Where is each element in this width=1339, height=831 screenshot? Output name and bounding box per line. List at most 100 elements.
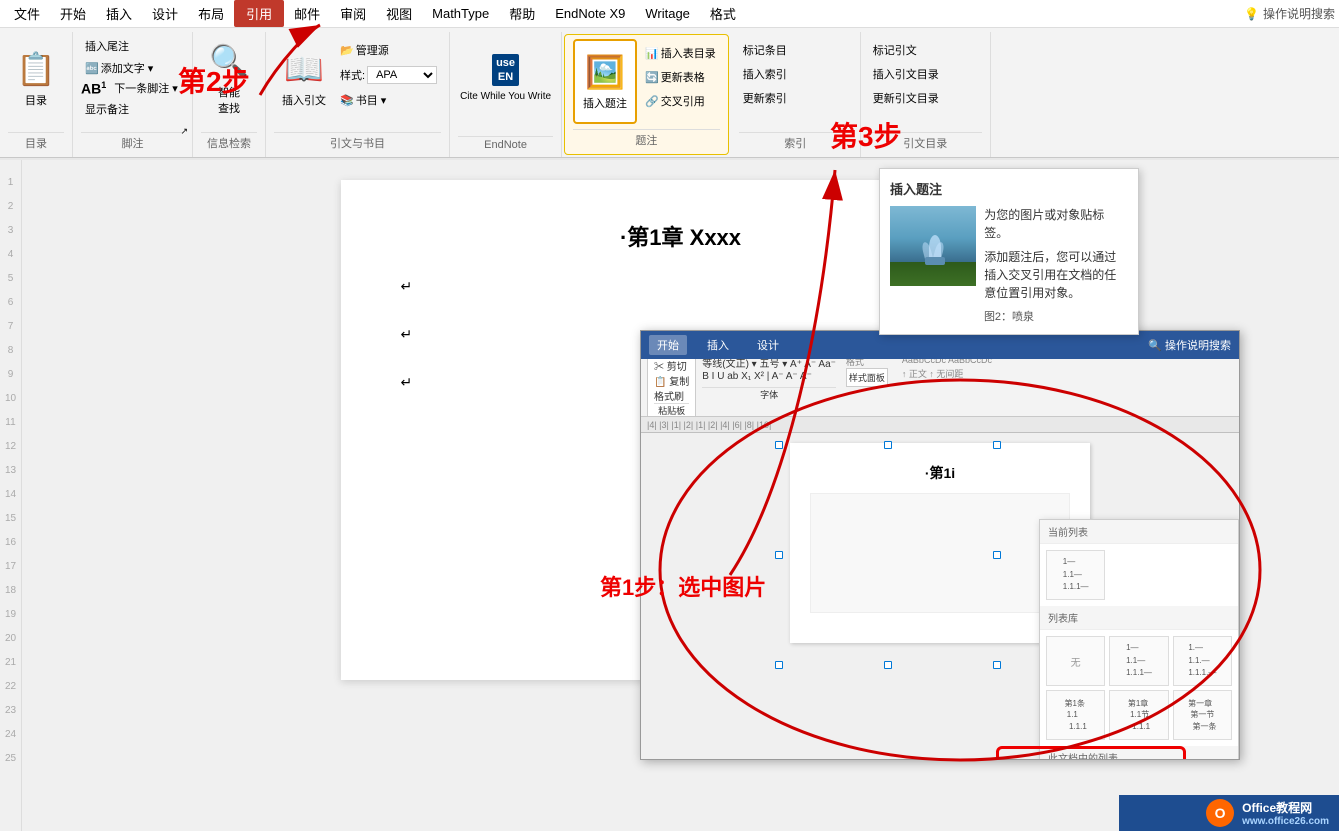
menu-mathtype[interactable]: MathType xyxy=(422,0,499,27)
menu-bar: 文件 开始 插入 设计 布局 引用 邮件 审阅 视图 MathType 帮助 E… xyxy=(0,0,1339,28)
insert-index-button[interactable]: 插入索引 xyxy=(739,64,791,84)
inner-ribbon-top: 开始 插入 设计 🔍 操作说明搜索 xyxy=(641,331,1239,359)
caption-tooltip-image xyxy=(890,206,976,286)
ribbon-group-citations: 📖 插入引文 📂 管理源 样式: APA MLA Chicago xyxy=(266,32,450,157)
menu-view[interactable]: 视图 xyxy=(376,0,422,27)
list-item-4[interactable]: 第1条 1.1 1.1.1 xyxy=(1046,690,1105,740)
update-index-label: 更新索引 xyxy=(743,90,787,106)
menu-endnote[interactable]: EndNote X9 xyxy=(545,0,635,27)
menu-home[interactable]: 开始 xyxy=(50,0,96,27)
manage-sources-icon: 📂 xyxy=(340,44,354,57)
toc-icon: 📋 xyxy=(16,50,56,88)
inner-search-icon: 🔍 操作说明搜索 xyxy=(1148,337,1231,353)
inner-format-style: 格式 样式面板 xyxy=(846,359,888,417)
inner-tab-insert[interactable]: 插入 xyxy=(699,335,737,355)
mark-entry-label: 标记条目 xyxy=(743,42,787,58)
update-index-button[interactable]: 更新索引 xyxy=(739,88,791,108)
insert-authorities-label: 插入引文目录 xyxy=(873,66,939,82)
inner-tab-design[interactable]: 设计 xyxy=(749,335,787,355)
list-library-section: 列表库 xyxy=(1040,606,1238,630)
cross-ref-icon: 🔗 xyxy=(645,95,659,108)
line-24: 24 xyxy=(5,722,16,746)
style-label: 样式: xyxy=(340,67,365,83)
none-list-item[interactable]: 无 xyxy=(1046,636,1105,686)
line-13: 13 xyxy=(5,458,16,482)
insert-caption-button[interactable]: 🖼️ 插入题注 xyxy=(573,39,637,124)
list-panel: 当前列表 1—1.1—1.1.1— 列表库 无 1—1.1—1.1.1— 1.—… xyxy=(1039,519,1239,760)
menu-review[interactable]: 审阅 xyxy=(330,0,376,27)
footnote-group-label: 脚注 xyxy=(81,132,184,153)
update-authorities-label: 更新引文目录 xyxy=(873,90,939,106)
bibliography-label: 书目 ▾ xyxy=(356,92,387,108)
step1-annotation: 第1步：选中图片 xyxy=(600,570,766,602)
sel-handle-bm xyxy=(884,661,892,669)
caption-tooltip-desc: 为您的图片或对象贴标签。 添加题注后，您可以通过插入交叉引用在文档的任意位置引用… xyxy=(984,206,1128,302)
inner-ruler: |4| |3| |1| |2| |1| |2| |4| |6| |8| |10| xyxy=(641,417,1239,433)
insert-tof-label: 插入表目录 xyxy=(661,45,716,61)
menu-references[interactable]: 引用 xyxy=(234,0,284,27)
insert-authorities-button[interactable]: 插入引文目录 xyxy=(869,64,943,84)
menu-insert[interactable]: 插入 xyxy=(96,0,142,27)
line-21: 21 xyxy=(5,650,16,674)
style-select[interactable]: APA MLA Chicago xyxy=(367,66,437,84)
menu-layout[interactable]: 布局 xyxy=(188,0,234,27)
bibliography-button[interactable]: 📚 书目 ▾ xyxy=(336,90,441,110)
inner-font-group: 等线(文正) ▾ 五号 ▾ A⁺ A⁻ Aa⁻ B I U ab X₁ X² |… xyxy=(702,359,836,417)
line-14: 14 xyxy=(5,482,16,506)
list-item-2[interactable]: 1—1.1—1.1.1— xyxy=(1109,636,1168,686)
menu-writage[interactable]: Writage xyxy=(635,0,700,27)
insert-table-of-figures-button[interactable]: 📊 插入表目录 xyxy=(641,43,720,63)
show-notes-button[interactable]: 显示备注 xyxy=(81,99,133,119)
citations-group-label: 引文与书目 xyxy=(274,132,441,153)
caption-group-label: 题注 xyxy=(573,129,720,150)
toc-group-label: 目录 xyxy=(8,132,64,153)
footnote-expand-icon[interactable]: ↗ xyxy=(180,126,188,137)
toc-label: 目录 xyxy=(25,92,47,108)
cite-while-write-button[interactable]: useEN Cite While You Write xyxy=(458,36,553,121)
insert-caption-label: 插入题注 xyxy=(583,95,627,111)
insert-endnote-label: 插入尾注 xyxy=(85,38,129,54)
menu-file[interactable]: 文件 xyxy=(4,0,50,27)
mark-citation-button[interactable]: 标记引文 xyxy=(869,40,943,60)
list-item-6[interactable]: 第一章 第一节 第一条 xyxy=(1173,690,1232,740)
menu-mailing[interactable]: 邮件 xyxy=(284,0,330,27)
line-15: 15 xyxy=(5,506,16,530)
list-item-3[interactable]: 1.—1.1.—1.1.1.— xyxy=(1173,636,1232,686)
inner-tab-home[interactable]: 开始 xyxy=(649,335,687,355)
mark-entry-button[interactable]: 标记条目 xyxy=(739,40,791,60)
update-authorities-button[interactable]: 更新引文目录 xyxy=(869,88,943,108)
ribbon-group-footnote: 插入尾注 🔤 添加文字 ▾ AB1 下一条脚注 ▾ 显示备注 脚注 ↗ xyxy=(73,32,193,157)
line-25: 25 xyxy=(5,746,16,770)
toc-button[interactable]: 📋 目录 xyxy=(8,36,64,121)
inner-styles-panel: AaBbCcDc AaBbCcDc ↑ 正文 ↑ 无间距 xyxy=(902,359,992,417)
inner-word-window: 开始 插入 设计 🔍 操作说明搜索 ✂ 剪切 📋 复制 格式刷 粘贴板 等线(文… xyxy=(640,330,1240,760)
sel-handle-bl xyxy=(775,661,783,669)
menu-design[interactable]: 设计 xyxy=(142,0,188,27)
insert-citation-label: 插入引文 xyxy=(282,92,326,108)
update-table-button[interactable]: 🔄 更新表格 xyxy=(641,67,720,87)
inner-chapter-title: ·第1i xyxy=(810,463,1070,483)
insert-endnote-button[interactable]: 插入尾注 xyxy=(81,36,133,56)
line-8: 8 xyxy=(8,338,14,362)
line-17: 17 xyxy=(5,554,16,578)
line-23: 23 xyxy=(5,698,16,722)
add-text-label: 添加文字 ▾ xyxy=(101,60,154,76)
insert-citation-button[interactable]: 📖 插入引文 xyxy=(274,36,334,121)
cross-reference-button[interactable]: 🔗 交叉引用 xyxy=(641,91,720,111)
line-18: 18 xyxy=(5,578,16,602)
endnote-group-label: EndNote xyxy=(458,136,553,153)
line-19: 19 xyxy=(5,602,16,626)
show-notes-label: 显示备注 xyxy=(85,101,129,117)
manage-sources-button[interactable]: 📂 管理源 xyxy=(336,40,441,60)
menu-help[interactable]: 帮助 xyxy=(499,0,545,27)
line-9: 9 xyxy=(8,362,14,386)
add-text-button[interactable]: 🔤 添加文字 ▾ xyxy=(81,58,157,78)
menu-format[interactable]: 格式 xyxy=(700,0,746,27)
ribbon-group-endnote: useEN Cite While You Write EndNote xyxy=(450,32,562,157)
chapter-title: ·第1章 Xxxx xyxy=(401,220,961,252)
list-item-5[interactable]: 第1章 1.1节 1.1.1 xyxy=(1109,690,1168,740)
inner-image-placeholder xyxy=(810,493,1070,613)
sel-handle-ml xyxy=(775,551,783,559)
insert-index-label: 插入索引 xyxy=(743,66,787,82)
current-list-item-1[interactable]: 1—1.1—1.1.1— xyxy=(1046,550,1105,600)
